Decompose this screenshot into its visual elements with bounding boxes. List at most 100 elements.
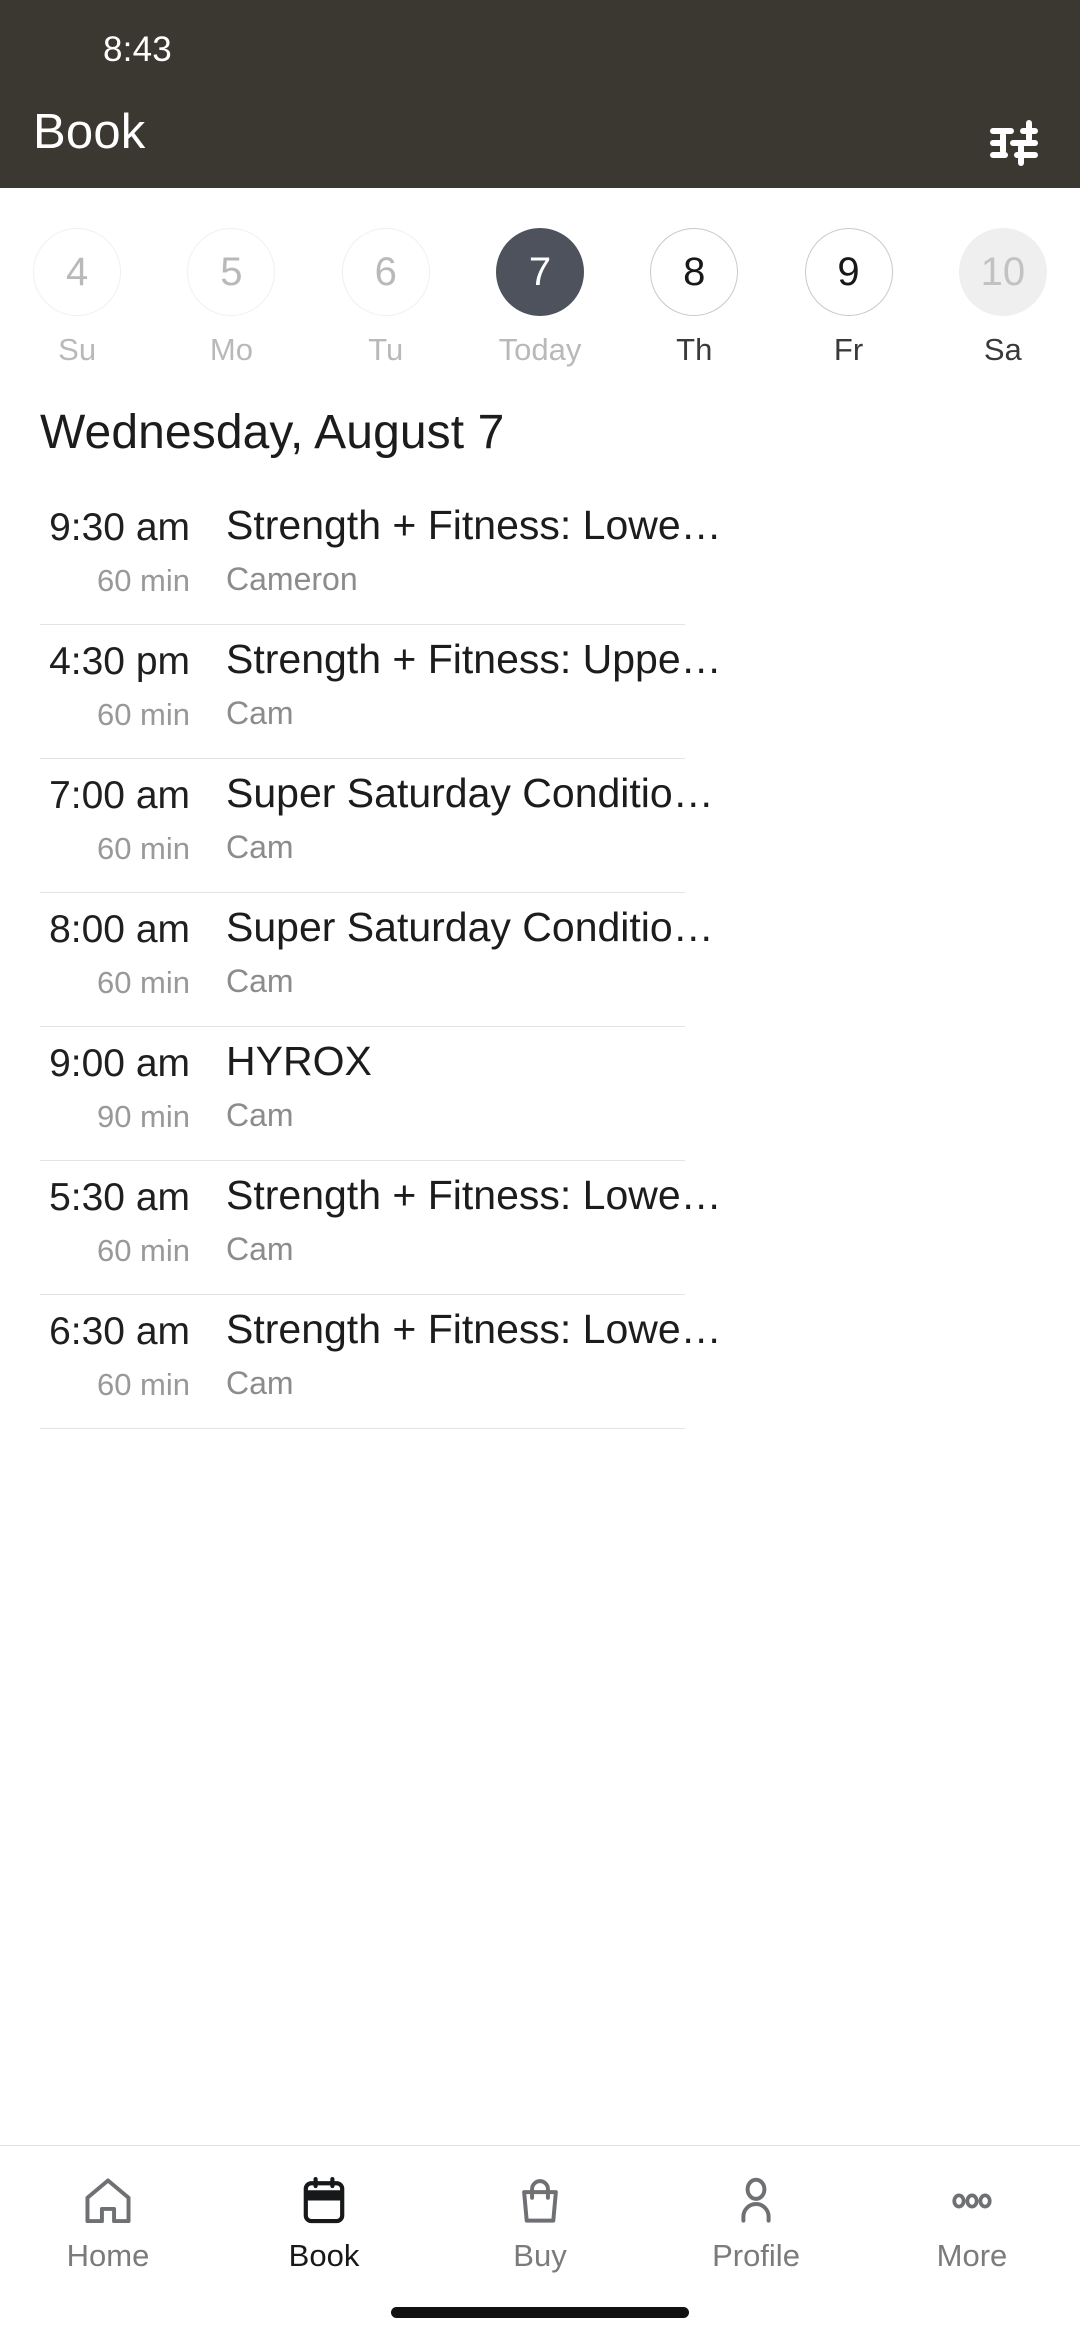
class-info-column: Strength + Fitness: Uppe… Cam (226, 624, 722, 732)
date-cell[interactable]: 5 Mo (154, 228, 308, 373)
date-weekday-label: Tu (368, 332, 404, 367)
class-time: 9:00 am (49, 1042, 190, 1085)
row-divider (40, 892, 685, 893)
date-circle[interactable]: 10 (958, 228, 1047, 316)
class-duration: 60 min (96, 562, 190, 598)
class-title: Strength + Fitness: Uppe… (226, 636, 722, 682)
class-instructor: Cam (226, 963, 294, 1000)
class-time-column: 4:30 pm 60 min (0, 624, 190, 733)
status-bar-time: 8:43 (103, 30, 172, 69)
tab-book[interactable]: Book (216, 2146, 432, 2296)
class-duration: 60 min (96, 1232, 190, 1268)
app-header: 8:43 Book (0, 0, 1080, 188)
app-screen: 8:43 Book 4 Su 5 Mo 6 Tu 7 Today 8 Th 9 … (0, 0, 1080, 2340)
date-cell[interactable]: 10 Sa (926, 228, 1080, 373)
class-title: Strength + Fitness: Lowe… (226, 502, 722, 548)
class-duration: 60 min (96, 696, 190, 732)
tab-label: Profile (712, 2238, 800, 2273)
date-circle[interactable]: 8 (650, 228, 739, 316)
class-duration: 60 min (96, 964, 190, 1000)
class-time: 9:30 am (49, 506, 190, 549)
class-time: 8:00 am (49, 908, 190, 951)
row-divider (40, 758, 685, 759)
class-row[interactable]: 9:30 am 60 min Strength + Fitness: Lowe… Ca… (0, 490, 1080, 624)
class-instructor: Cam (226, 1231, 294, 1268)
class-info-column: Strength + Fitness: Lowe… Cam (226, 1160, 722, 1268)
class-instructor: Cameron (226, 561, 358, 598)
class-row[interactable]: 5:30 am 60 min Strength + Fitness: Lowe… Ca… (0, 1160, 1080, 1294)
sliders-filter-icon (990, 120, 1038, 166)
class-title: Super Saturday Conditio… (226, 904, 714, 950)
class-row[interactable]: 4:30 pm 60 min Strength + Fitness: Uppe… Ca… (0, 624, 1080, 758)
row-divider (40, 1160, 685, 1161)
home-indicator (391, 2307, 689, 2318)
date-selector-strip: 4 Su 5 Mo 6 Tu 7 Today 8 Th 9 Fr 10 Sa (0, 188, 1080, 373)
class-info-column: Strength + Fitness: Lowe… Cam (226, 1294, 722, 1402)
class-time-column: 6:30 am 60 min (0, 1294, 190, 1403)
class-time-column: 9:30 am 60 min (0, 490, 190, 599)
date-cell[interactable]: 9 Fr (771, 228, 925, 373)
class-instructor: Cam (226, 829, 294, 866)
class-row[interactable]: 8:00 am 60 min Super Saturday Conditio… Cam (0, 892, 1080, 1026)
date-cell[interactable]: 6 Tu (309, 228, 463, 373)
class-duration: 60 min (96, 830, 190, 866)
tab-label: More (936, 2238, 1008, 2273)
date-cell[interactable]: 8 Th (617, 228, 771, 373)
row-divider (40, 1294, 685, 1295)
date-weekday-label: Mo (209, 332, 253, 367)
class-time-column: 9:00 am 90 min (0, 1026, 190, 1135)
class-title: Super Saturday Conditio… (226, 770, 714, 816)
ellipsis-icon (944, 2170, 1000, 2232)
date-circle[interactable]: 6 (341, 228, 430, 316)
tab-home[interactable]: Home (0, 2146, 216, 2296)
class-duration: 90 min (96, 1098, 190, 1134)
tab-list: Home Book Buy Profile More (0, 2146, 1080, 2296)
tab-profile[interactable]: Profile (648, 2146, 864, 2296)
tab-label: Buy (513, 2238, 567, 2273)
date-weekday-label: Su (58, 332, 97, 367)
class-title: Strength + Fitness: Lowe… (226, 1306, 722, 1352)
bottom-tab-bar: Home Book Buy Profile More (0, 2145, 1080, 2340)
class-title: Strength + Fitness: Lowe… (226, 1172, 722, 1218)
date-circle[interactable]: 5 (187, 228, 276, 316)
class-row[interactable]: 6:30 am 60 min Strength + Fitness: Lowe… Ca… (0, 1294, 1080, 1428)
class-info-column: Super Saturday Conditio… Cam (226, 892, 714, 1000)
class-time-column: 5:30 am 60 min (0, 1160, 190, 1269)
date-circle[interactable]: 9 (804, 228, 893, 316)
class-row[interactable]: 9:00 am 90 min HYROX Cam (0, 1026, 1080, 1160)
date-weekday-label: Today (498, 332, 582, 367)
date-weekday-label: Fr (833, 332, 864, 367)
filter-button[interactable] (980, 112, 1048, 174)
tab-label: Book (288, 2238, 360, 2273)
class-info-column: Super Saturday Conditio… Cam (226, 758, 714, 866)
class-instructor: Cam (226, 1365, 294, 1402)
class-instructor: Cam (226, 695, 294, 732)
date-weekday-label: Th (676, 332, 713, 367)
class-time: 5:30 am (49, 1176, 190, 1219)
row-divider (40, 1026, 685, 1027)
class-time: 6:30 am (49, 1310, 190, 1353)
date-list: 4 Su 5 Mo 6 Tu 7 Today 8 Th 9 Fr 10 Sa (0, 228, 1080, 373)
class-duration: 60 min (96, 1366, 190, 1402)
tab-buy[interactable]: Buy (432, 2146, 648, 2296)
date-cell[interactable]: 7 Today (463, 228, 617, 373)
row-divider (40, 1428, 685, 1429)
class-title: HYROX (226, 1038, 372, 1084)
class-time: 4:30 pm (49, 640, 190, 683)
person-icon (728, 2170, 784, 2232)
page-title: Book (33, 105, 146, 159)
class-time-column: 8:00 am 60 min (0, 892, 190, 1001)
class-row[interactable]: 7:00 am 60 min Super Saturday Conditio… Cam (0, 758, 1080, 892)
class-row-partial[interactable] (0, 1428, 1080, 1468)
shopping-bag-icon (512, 2170, 568, 2232)
class-time-column: 7:00 am 60 min (0, 758, 190, 867)
class-time: 7:00 am (49, 774, 190, 817)
class-instructor: Cam (226, 1097, 294, 1134)
tab-more[interactable]: More (864, 2146, 1080, 2296)
app-bar: Book (0, 96, 1080, 188)
home-icon (80, 2170, 136, 2232)
date-circle[interactable]: 7 (495, 228, 584, 316)
date-cell[interactable]: 4 Su (0, 228, 154, 373)
date-circle[interactable]: 4 (33, 228, 122, 316)
row-divider (40, 624, 685, 625)
